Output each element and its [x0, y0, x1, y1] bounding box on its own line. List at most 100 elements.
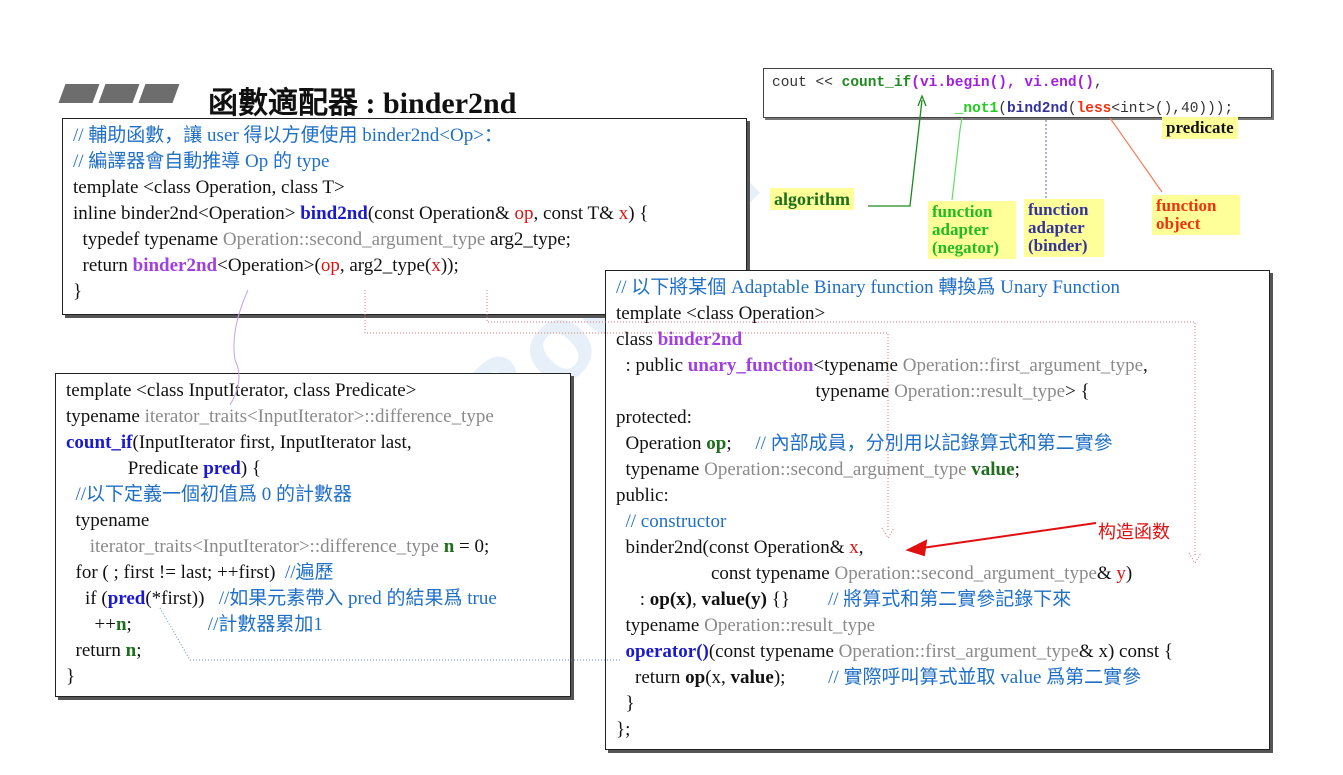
code-token: for ( ; first != last; ++first)	[66, 562, 285, 583]
code-token: ) {	[240, 458, 262, 479]
code-line: template <class Operation, class T>	[73, 175, 736, 201]
code-line: if (pred(*first)) //如果元素帶入 pred 的結果爲 tru…	[66, 586, 560, 612]
code-token: binder2nd	[132, 255, 218, 276]
code-token: class	[616, 329, 658, 350]
code-token: (*first))	[145, 588, 219, 609]
code-token: ) {	[628, 203, 649, 224]
code-line: public:	[616, 483, 1259, 509]
code-token: typename	[616, 459, 705, 480]
code-line: ++n; //計數器累加1	[66, 612, 560, 638]
code-line: inline binder2nd<Operation> bind2nd(cons…	[73, 201, 736, 227]
code-token: template <class Operation>	[616, 303, 826, 324]
code-token: Operation::result_type	[894, 381, 1066, 402]
code-token: ,	[858, 537, 864, 558]
code-token: return	[66, 640, 126, 661]
code-token: typename	[66, 510, 150, 531]
tag-negator: function adapter (negator)	[928, 201, 1016, 259]
code-token: op(x)	[649, 589, 693, 610]
code-token: // 實際呼叫算式並取 value 爲第二實參	[828, 667, 1142, 688]
code-token: ));	[440, 255, 459, 276]
code-token: typename	[616, 615, 705, 636]
code-line: }	[66, 664, 560, 690]
code-line: // 編譯器會自動推導 Op 的 type	[73, 149, 736, 175]
code-token: typedef typename	[73, 229, 223, 250]
code-token: pred	[203, 458, 241, 479]
code-token: op	[514, 203, 534, 224]
code-token: if (	[66, 588, 108, 609]
code-token: pred	[107, 588, 146, 609]
code-token: Operation::first_argument_type	[902, 355, 1144, 376]
code-token: };	[616, 719, 631, 740]
code-line: typename Operation::second_argument_type…	[616, 457, 1259, 483]
code-line: class binder2nd	[616, 327, 1259, 353]
code-token: {}	[766, 589, 828, 610]
code-token: _not1	[954, 101, 999, 117]
code-line: template <class Operation>	[616, 301, 1259, 327]
code-token: Operation::result_type	[704, 615, 876, 636]
code-token: Operation::first_argument_type	[838, 641, 1079, 662]
code-line: }	[616, 691, 1259, 717]
usage-code-box: cout << count_if(vi.begin(), vi.end(), _…	[763, 68, 1272, 118]
code-token: op	[320, 255, 340, 276]
code-token: (	[998, 101, 1007, 117]
code-token: );	[773, 667, 829, 688]
code-token: )	[1125, 563, 1133, 584]
code-token: = 0;	[454, 536, 490, 557]
count-if-box: template <class InputIterator, class Pre…	[55, 373, 571, 697]
negator-arrow	[951, 117, 963, 201]
tag-algorithm: algorithm	[770, 188, 854, 210]
code-token: <Operation>(	[217, 255, 321, 276]
tag-predicate: predicate	[1162, 117, 1238, 139]
code-token: }	[616, 693, 635, 714]
code-token: bind2nd	[300, 203, 368, 224]
code-token: n	[443, 536, 455, 557]
code-token: Operation::second_argument_type	[222, 229, 486, 250]
code-token: ;	[136, 640, 142, 661]
code-line: count_if(InputIterator first, InputItera…	[66, 430, 560, 456]
code-token: }	[66, 666, 76, 687]
code-token: // 以下將某個 Adaptable Binary function 轉換爲 U…	[616, 277, 1120, 298]
code-token: :	[616, 589, 650, 610]
code-token: // constructor	[616, 511, 727, 532]
code-token: ;	[1014, 459, 1020, 480]
code-line: operator()(const typename Operation::fir…	[616, 639, 1259, 665]
code-token: typename	[616, 381, 895, 402]
code-line: Predicate pred) {	[66, 456, 560, 482]
code-token: binder2nd	[657, 329, 743, 350]
code-token: // 內部成員，分別用以記錄算式和第二實參	[755, 433, 1113, 454]
code-token: (const typename	[708, 641, 839, 662]
code-line: template <class InputIterator, class Pre…	[66, 378, 560, 404]
code-token: &	[1096, 563, 1117, 584]
code-token: , const T&	[533, 203, 619, 224]
code-token: count_if	[841, 75, 912, 91]
code-token: Operation::second_argument_type	[704, 459, 967, 480]
code-token: return	[616, 667, 686, 688]
code-line: typename Operation::result_type> {	[616, 379, 1259, 405]
code-line: for ( ; first != last; ++first) //遍歷	[66, 560, 560, 586]
code-token: x	[431, 255, 441, 276]
code-line: iterator_traits<InputIterator>::differen…	[66, 534, 560, 560]
code-token: ;	[726, 433, 756, 454]
code-token: //如果元素帶入 pred 的結果爲 true	[218, 588, 497, 609]
code-token: (	[1067, 101, 1077, 117]
code-line: cout << count_if(vi.begin(), vi.end(),	[772, 73, 1263, 99]
code-token: inline binder2nd<Operation>	[73, 203, 301, 224]
code-token: x	[849, 537, 859, 558]
code-token: operator()	[625, 641, 709, 662]
code-token: ,	[1143, 355, 1148, 376]
code-token: n	[115, 614, 127, 635]
code-token: > {	[1065, 381, 1090, 402]
constructor-annotation: 构造函数	[1098, 522, 1170, 543]
code-line: typedef typename Operation::second_argum…	[73, 227, 736, 253]
code-token: cout <<	[772, 75, 842, 91]
code-token: <typename	[813, 355, 903, 376]
code-token: x	[618, 203, 629, 224]
code-token: // 將算式和第二實參記錄下來	[827, 589, 1072, 610]
code-line: // 以下將某個 Adaptable Binary function 轉換爲 U…	[616, 275, 1259, 301]
code-line: typename	[66, 508, 560, 534]
code-token: : public	[616, 355, 688, 376]
code-token: Operation::second_argument_type	[834, 563, 1097, 584]
